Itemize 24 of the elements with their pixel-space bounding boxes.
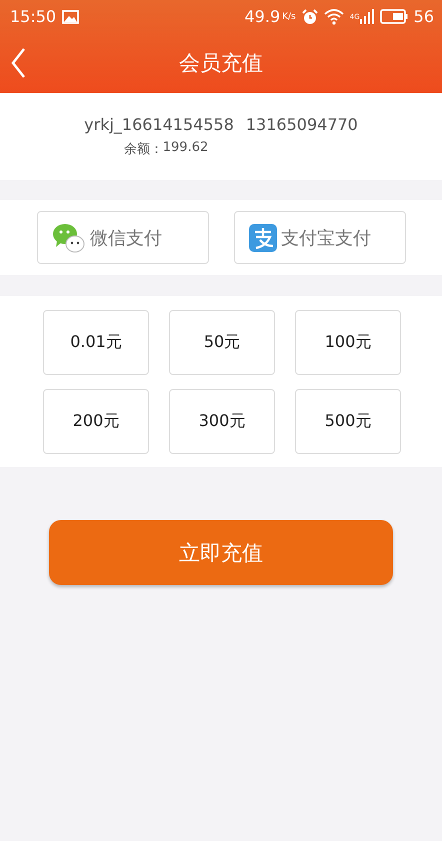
speed-unit: K/s <box>282 12 296 22</box>
clock: 15:50 <box>10 7 56 26</box>
payment-option[interactable]: 微信支付 <box>37 211 209 264</box>
phone-number: 13165094770 <box>246 115 358 134</box>
amount-option[interactable]: 100元 <box>295 310 401 374</box>
signal-icon <box>360 9 374 24</box>
wifi-icon <box>324 8 344 24</box>
amount-option[interactable]: 0.01元 <box>43 310 149 374</box>
amount-option[interactable]: 200元 <box>43 388 149 454</box>
image-icon <box>62 10 80 24</box>
username: yrkj_16614154558 <box>84 115 234 134</box>
balance-label: 余额： <box>124 141 163 158</box>
payment-option[interactable]: 支付宝支付 <box>234 211 406 264</box>
alarm-clock-icon <box>302 8 318 24</box>
amount-option[interactable]: 300元 <box>169 388 275 454</box>
back-chevron-icon[interactable] <box>10 47 26 79</box>
page-title: 会员充值 <box>179 50 263 77</box>
battery-icon <box>380 9 408 24</box>
balance-value: 199.62 <box>162 140 208 157</box>
alipay-logo-icon <box>249 224 277 252</box>
amount-option[interactable]: 500元 <box>295 388 401 454</box>
amount-option[interactable]: 50元 <box>169 310 275 374</box>
battery-level: 56 <box>414 7 434 26</box>
network-speed: 49.9 <box>244 7 280 26</box>
